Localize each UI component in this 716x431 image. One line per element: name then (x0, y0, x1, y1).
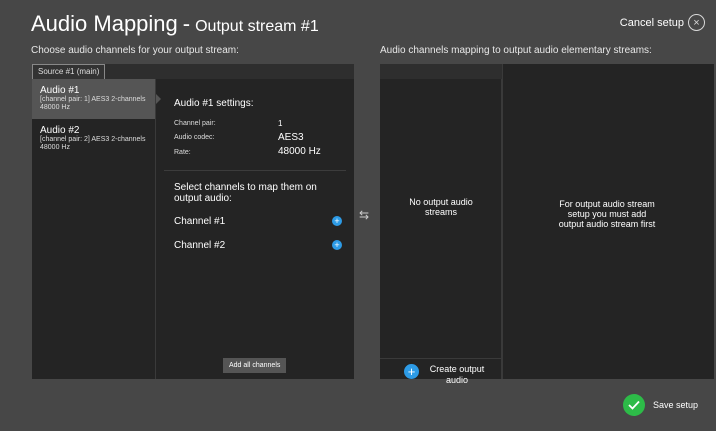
source-description: [channel pair: 2] AES3 2-channels 48000 … (40, 136, 146, 151)
channel-row[interactable]: Channel #2 + (174, 240, 344, 251)
stream-setup-column: For output audio stream setup you must a… (502, 64, 714, 379)
left-heading: Choose audio channels for your output st… (31, 45, 239, 56)
tab-source-1[interactable]: Source #1 (main) (32, 64, 106, 79)
source-panel: Audio #1 [channel pair: 1] AES3 2-channe… (32, 79, 354, 379)
title-separator: - (182, 11, 191, 36)
source-name: Audio #1 (40, 85, 80, 96)
setting-value: 1 (278, 119, 283, 128)
cancel-setup-button[interactable]: Cancel setup × (620, 14, 705, 31)
setting-value: 48000 Hz (278, 146, 321, 157)
setting-key: Rate: (174, 149, 191, 156)
plus-icon: + (404, 364, 419, 379)
settings-title: Audio #1 settings: (174, 98, 254, 109)
setting-key: Audio codec: (174, 134, 215, 141)
channel-label: Channel #2 (174, 240, 226, 251)
divider (164, 170, 346, 171)
add-all-channels-button[interactable]: Add all channels (223, 358, 287, 373)
create-output-audio-button[interactable]: + Create output audio (380, 358, 502, 394)
source-name: Audio #2 (40, 125, 80, 136)
save-setup-button[interactable]: Save setup (622, 394, 698, 416)
source-tabbar: Source #1 (main) (32, 64, 354, 79)
no-streams-text: No output audio streams (409, 197, 473, 217)
channel-row[interactable]: Channel #1 + (174, 216, 344, 227)
swap-arrows-icon: ⇆ (359, 208, 370, 222)
create-output-label: Create output audio (429, 364, 485, 385)
select-channels-text: Select channels to map them on output au… (174, 182, 317, 204)
output-panel: No output audio streams + Create output … (380, 64, 714, 385)
list-item[interactable]: Audio #1 [channel pair: 1] AES3 2-channe… (32, 79, 161, 119)
setting-key: Channel pair: (174, 120, 216, 127)
audio-settings: Audio #1 settings: Channel pair: 1 Audio… (155, 79, 354, 379)
checkmark-icon (622, 394, 645, 416)
channel-label: Channel #1 (174, 216, 226, 227)
add-channel-icon[interactable]: + (332, 240, 342, 250)
cancel-setup-label: Cancel setup (619, 16, 684, 29)
title-main: Audio Mapping (31, 11, 178, 36)
right-heading: Audio channels mapping to output audio e… (380, 45, 652, 56)
title-subtitle: Output stream #1 (195, 18, 319, 35)
save-setup-label: Save setup (652, 400, 698, 410)
source-list: Audio #1 [channel pair: 1] AES3 2-channe… (32, 79, 161, 379)
list-item[interactable]: Audio #2 [channel pair: 2] AES3 2-channe… (32, 119, 155, 159)
add-channel-icon[interactable]: + (332, 216, 342, 226)
page-title: Audio Mapping - Output stream #1 (31, 11, 319, 37)
setup-hint-text: For output audio stream setup you must a… (558, 199, 656, 229)
output-streams-column: No output audio streams + Create output … (380, 79, 502, 385)
source-description: [channel pair: 1] AES3 2-channels 48000 … (40, 96, 146, 111)
close-icon[interactable]: × (688, 14, 705, 31)
setting-value: AES3 (278, 132, 304, 143)
